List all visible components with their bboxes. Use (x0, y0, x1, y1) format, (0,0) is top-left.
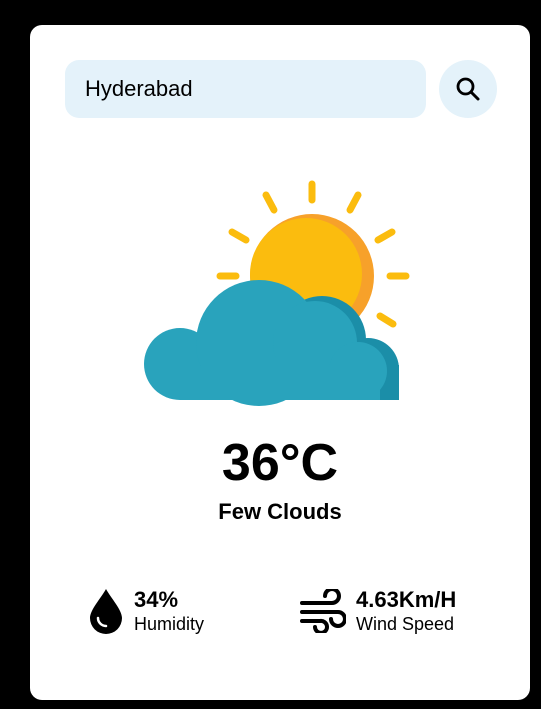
weather-card: 36°C Few Clouds 34% Humidity 4.63Km/H Wi… (30, 25, 530, 700)
humidity-stat: 34% Humidity (88, 587, 204, 635)
wind-icon (298, 589, 346, 633)
city-search-input[interactable] (65, 60, 426, 118)
humidity-drop-icon (88, 587, 124, 635)
weather-condition: Few Clouds (218, 499, 342, 524)
wind-speed-label: Wind Speed (356, 614, 455, 634)
wind-stat: 4.63Km/H Wind Speed (298, 587, 456, 635)
wind-speed-value: 4.63Km/H (356, 587, 457, 612)
search-button[interactable] (439, 60, 497, 118)
temperature: 36°C (221, 434, 339, 492)
humidity-value: 34% (134, 587, 179, 612)
search-icon (456, 77, 480, 101)
partly-cloudy-icon (144, 180, 410, 406)
humidity-label: Humidity (134, 614, 205, 634)
